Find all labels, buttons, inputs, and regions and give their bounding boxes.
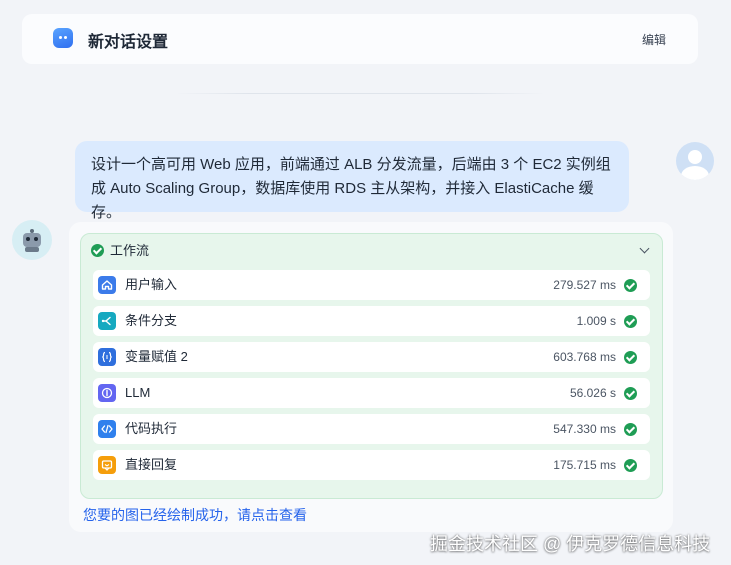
step-duration: 56.026 s bbox=[569, 386, 616, 400]
success-check-icon bbox=[91, 244, 104, 257]
success-check-icon bbox=[624, 315, 637, 328]
workflow-step-condition[interactable]: 条件分支 1.009 s bbox=[93, 306, 650, 336]
step-duration: 603.768 ms bbox=[553, 350, 616, 364]
chat-bot-icon bbox=[53, 28, 73, 48]
success-check-icon bbox=[624, 423, 637, 436]
success-check-icon bbox=[624, 351, 637, 364]
workflow-step-llm[interactable]: LLM 56.026 s bbox=[93, 378, 650, 408]
home-icon bbox=[98, 276, 116, 294]
code-icon bbox=[98, 420, 116, 438]
step-label: 用户输入 bbox=[125, 277, 178, 292]
workflow-panel: 工作流 用户输入 279.527 ms 条件分支 1.009 s 变量赋值 2 … bbox=[80, 233, 663, 499]
chevron-down-icon[interactable] bbox=[639, 243, 650, 254]
workflow-step-variable[interactable]: 变量赋值 2 603.768 ms bbox=[93, 342, 650, 372]
workflow-header[interactable]: 工作流 bbox=[91, 242, 652, 260]
workflow-step-reply[interactable]: 直接回复 175.715 ms bbox=[93, 450, 650, 480]
step-label: 代码执行 bbox=[125, 421, 178, 436]
watermark: 掘金技术社区 @ 伊克罗德信息科技 bbox=[430, 534, 711, 554]
view-chart-link[interactable]: 您要的图已经绘制成功，请点击查看 bbox=[83, 505, 307, 525]
workflow-step-user-input[interactable]: 用户输入 279.527 ms bbox=[93, 270, 650, 300]
user-avatar bbox=[676, 142, 714, 180]
user-message: 设计一个高可用 Web 应用，前端通过 ALB 分发流量，后端由 3 个 EC2… bbox=[75, 141, 629, 221]
reply-icon bbox=[98, 456, 116, 474]
llm-icon bbox=[98, 384, 116, 402]
success-check-icon bbox=[624, 279, 637, 292]
step-duration: 279.527 ms bbox=[553, 278, 616, 292]
chat-header: 新对话设置 编辑 bbox=[22, 14, 698, 64]
branch-icon bbox=[98, 312, 116, 330]
step-label: 条件分支 bbox=[125, 313, 178, 328]
workflow-title: 工作流 bbox=[110, 243, 150, 258]
step-label: 变量赋值 2 bbox=[125, 349, 188, 364]
step-label: LLM bbox=[125, 385, 151, 400]
success-check-icon bbox=[624, 459, 637, 472]
step-duration: 547.330 ms bbox=[553, 422, 616, 436]
step-duration: 1.009 s bbox=[576, 314, 616, 328]
variable-icon bbox=[98, 348, 116, 366]
workflow-step-code[interactable]: 代码执行 547.330 ms bbox=[93, 414, 650, 444]
page-title: 新对话设置 bbox=[88, 34, 169, 51]
step-duration: 175.715 ms bbox=[553, 458, 616, 472]
success-check-icon bbox=[624, 387, 637, 400]
step-label: 直接回复 bbox=[125, 457, 178, 472]
edit-button[interactable]: 编辑 bbox=[642, 31, 666, 48]
bot-avatar bbox=[12, 220, 52, 260]
divider bbox=[175, 93, 545, 94]
